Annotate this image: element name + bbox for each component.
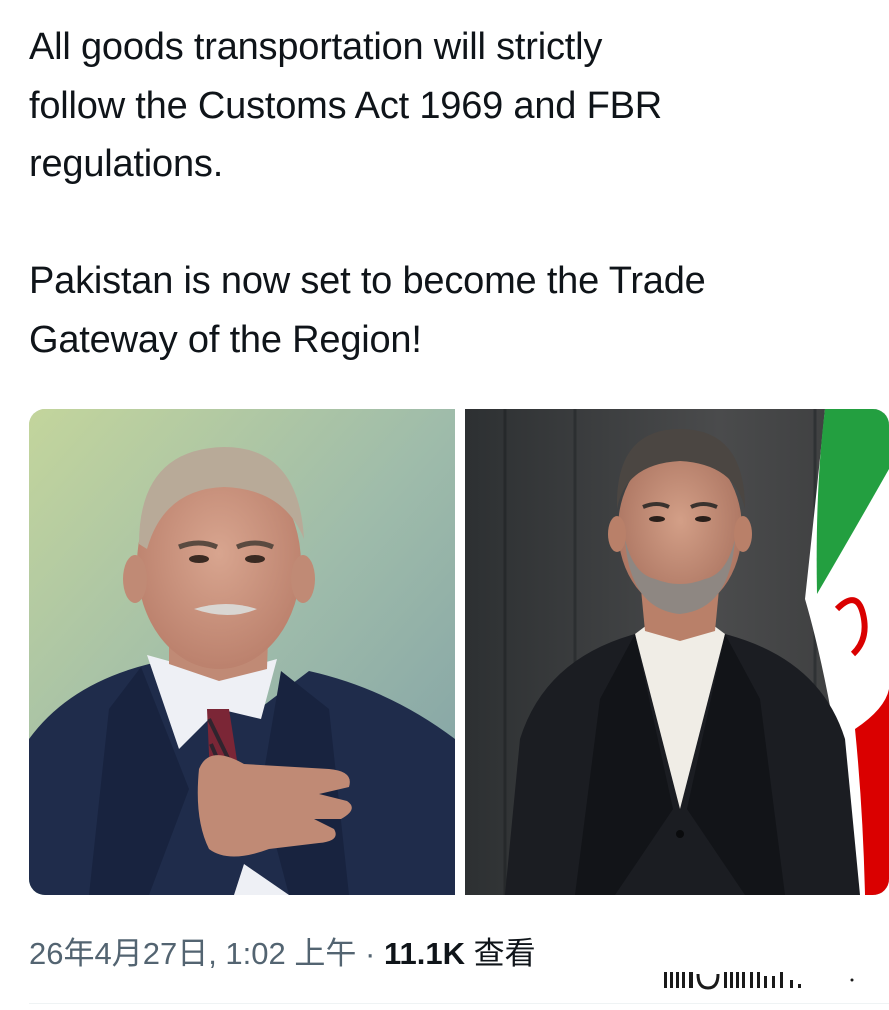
media-image-left[interactable] bbox=[29, 409, 455, 895]
tweet-paragraph-1: All goods transportation will strictly f… bbox=[29, 26, 662, 185]
tweet-timestamp[interactable]: 26年4月27日, 1:02 上午 bbox=[29, 936, 356, 971]
bottom-divider bbox=[29, 1003, 889, 1004]
views-count: 11.1K bbox=[383, 936, 465, 971]
meta-separator: · bbox=[356, 936, 384, 971]
media-image-right[interactable] bbox=[465, 409, 889, 895]
media-grid bbox=[29, 409, 889, 895]
tweet-text: All goods transportation will strictly f… bbox=[29, 18, 879, 369]
watermark-logo bbox=[664, 972, 854, 990]
portrait-left-illustration bbox=[29, 409, 455, 895]
tweet-paragraph-2: Pakistan is now set to become the Trade … bbox=[29, 260, 706, 361]
portrait-right-illustration bbox=[465, 409, 889, 895]
tweet-meta: 26年4月27日, 1:02 上午 · 11.1K 查看 bbox=[29, 928, 536, 973]
views-label: 查看 bbox=[464, 936, 536, 971]
